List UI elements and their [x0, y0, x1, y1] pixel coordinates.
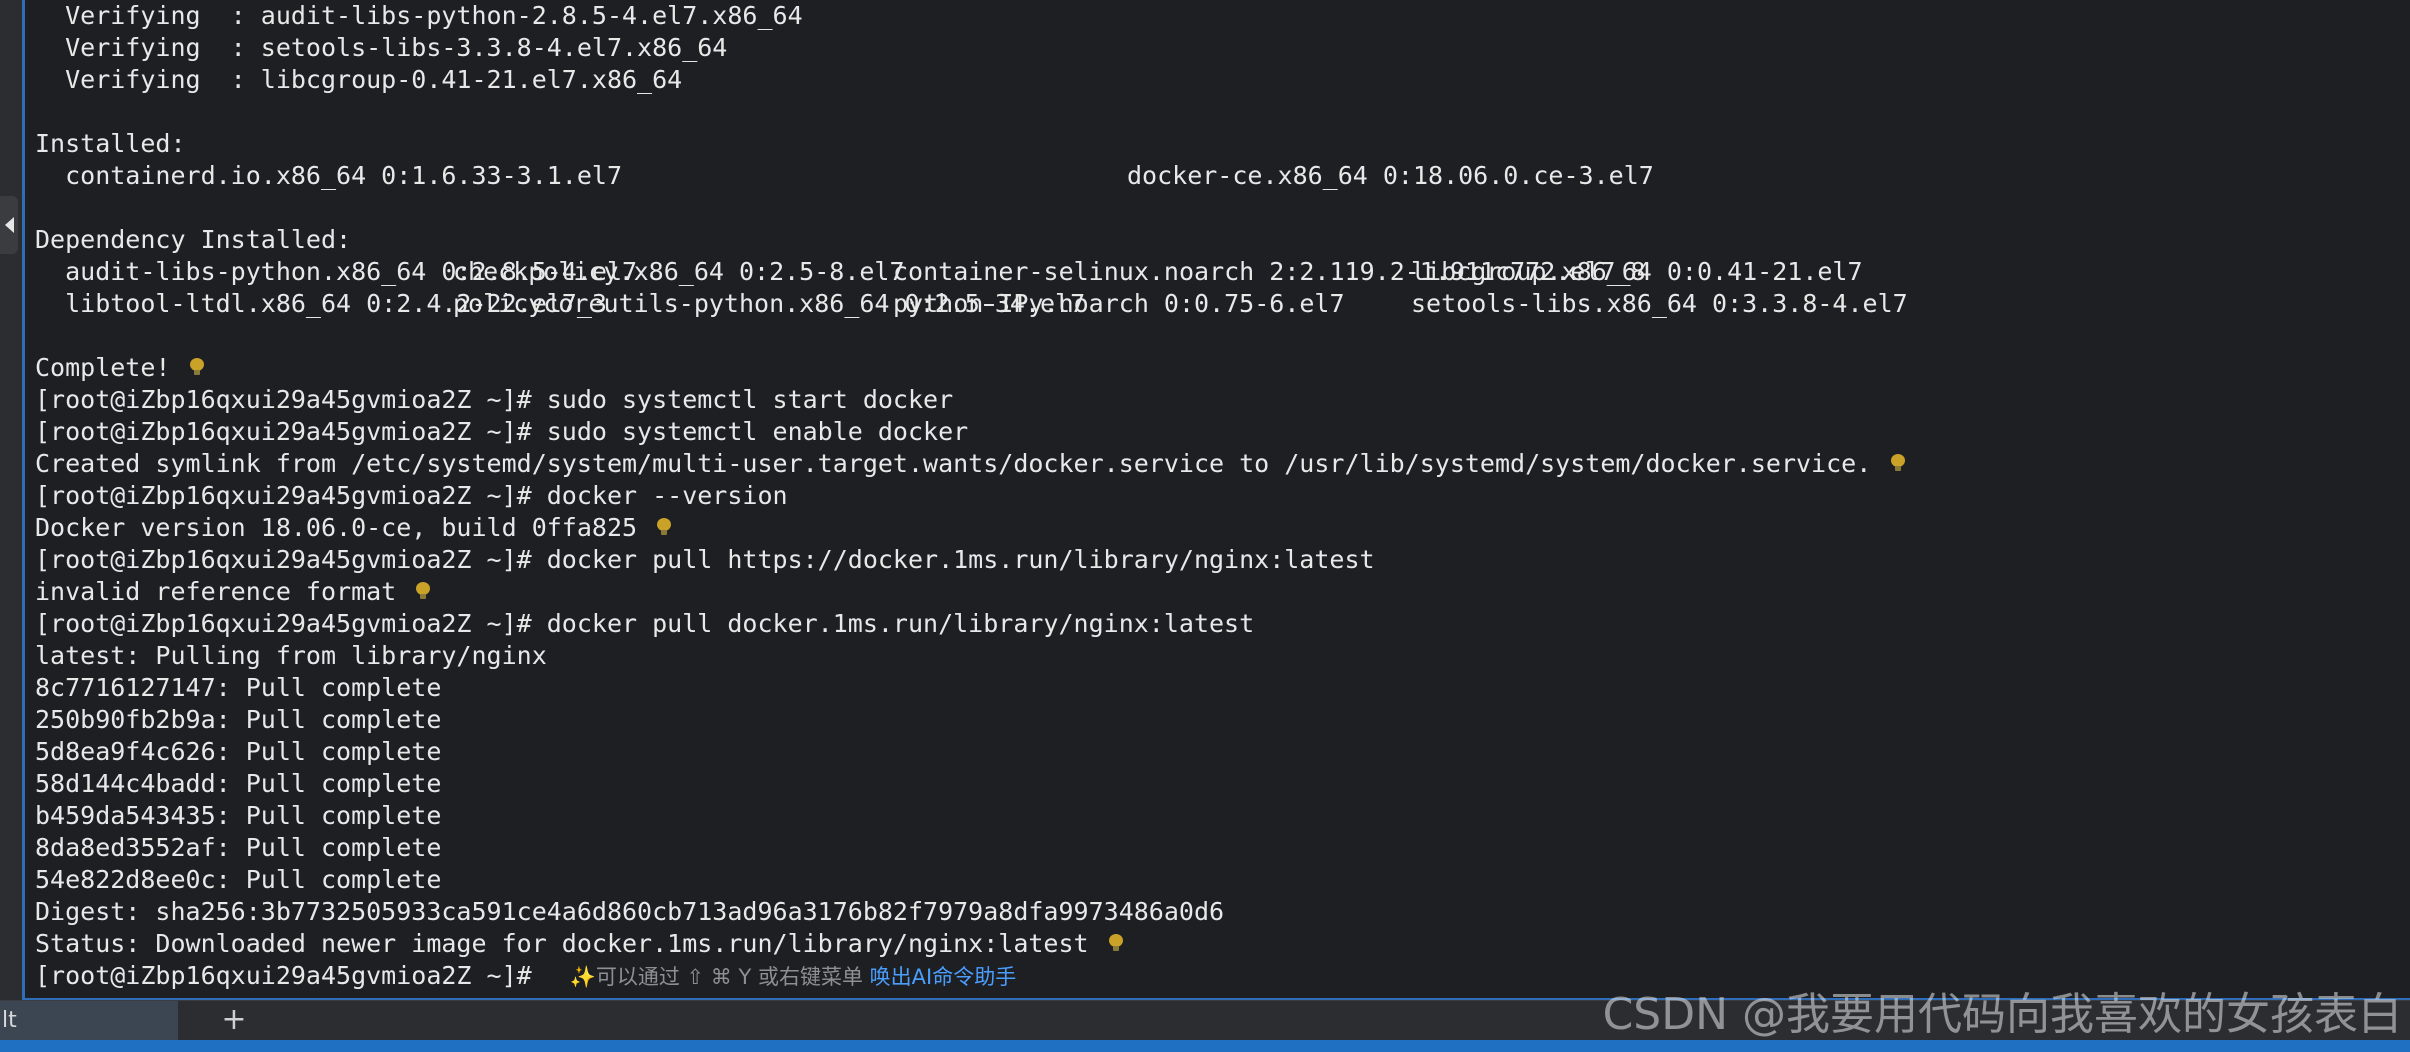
terminal-line-column: setools-libs.x86_64 0:3.3.8-4.el7 [1411, 289, 1908, 318]
terminal-line: audit-libs-python.x86_64 0:2.8.5-4.el7 ch… [35, 256, 2410, 288]
terminal-line: 58d144c4badd: Pull complete [35, 768, 2410, 800]
terminal-line-text: [root@iZbp16qxui29a45gvmioa2Z ~]# sudo s… [35, 385, 954, 414]
terminal-line: containerd.io.x86_64 0:1.6.33-3.1.el7 doc… [35, 160, 2410, 192]
session-tab-active[interactable]: lt [0, 1001, 178, 1041]
terminal-line-text: Digest: sha256:3b7732505933ca591ce4a6d86… [35, 897, 1225, 926]
terminal-line: Digest: sha256:3b7732505933ca591ce4a6d86… [35, 896, 2410, 928]
terminal-line: 8c7716127147: Pull complete [35, 672, 2410, 704]
terminal-line-text: 54e822d8ee0c: Pull complete [35, 865, 442, 894]
terminal-line-text: invalid reference format [35, 577, 397, 606]
lightbulb-icon[interactable] [1108, 934, 1123, 952]
terminal-line-text: latest: Pulling from library/nginx [35, 641, 547, 670]
terminal-line-text: Status: Downloaded newer image for docke… [35, 929, 1089, 958]
terminal-line-text: Docker version 18.06.0-ce, build 0ffa825 [35, 513, 638, 542]
terminal-line-column: checkpolicy.x86_64 0:2.5-8.el7 [453, 257, 905, 286]
terminal-line: 54e822d8ee0c: Pull complete [35, 864, 2410, 896]
sidebar-collapse-handle[interactable] [0, 196, 18, 254]
terminal-line: Verifying : audit-libs-python-2.8.5-4.el… [35, 0, 2410, 32]
terminal-line: [root@iZbp16qxui29a45gvmioa2Z ~]# docker… [35, 480, 2410, 512]
terminal-line: latest: Pulling from library/nginx [35, 640, 2410, 672]
lightbulb-icon[interactable] [657, 518, 672, 536]
terminal-line-text: 8da8ed3552af: Pull complete [35, 833, 442, 862]
terminal-line: Docker version 18.06.0-ce, build 0ffa825 [35, 512, 2410, 544]
chevron-left-icon [4, 217, 14, 233]
terminal-line: [root@iZbp16qxui29a45gvmioa2Z ~]# sudo s… [35, 384, 2410, 416]
terminal-line: 5d8ea9f4c626: Pull complete [35, 736, 2410, 768]
terminal-line-text: 250b90fb2b9a: Pull complete [35, 705, 442, 734]
terminal-line-text: b459da543435: Pull complete [35, 801, 442, 830]
terminal-line: Complete! [35, 352, 2410, 384]
terminal-line: Verifying : libcgroup-0.41-21.el7.x86_64 [35, 64, 2410, 96]
terminal-panel[interactable]: Verifying : audit-libs-python-2.8.5-4.el… [22, 0, 2410, 1000]
terminal-app-window: Verifying : audit-libs-python-2.8.5-4.el… [0, 0, 2410, 1052]
terminal-line-column: python-IPy.noarch 0:0.75-6.el7 [893, 289, 1345, 318]
terminal-line-column: containerd.io.x86_64 0:1.6.33-3.1.el7 [35, 161, 622, 190]
terminal-line-text: 58d144c4badd: Pull complete [35, 769, 442, 798]
sparkle-icon: ✨ [569, 965, 596, 989]
terminal-line-column: libcgroup.x86_64 0:0.41-21.el7 [1411, 257, 1863, 286]
terminal-line: Created symlink from /etc/systemd/system… [35, 448, 2410, 480]
terminal-line: b459da543435: Pull complete [35, 800, 2410, 832]
terminal-line: libtool-ltdl.x86_64 0:2.4.2-22.el7_3 poli… [35, 288, 2410, 320]
status-bar [0, 1040, 2410, 1052]
ai-assistant-link[interactable]: 唤出AI命令助手 [870, 965, 1017, 989]
lightbulb-icon[interactable] [416, 582, 431, 600]
terminal-line-text: [root@iZbp16qxui29a45gvmioa2Z ~]# sudo s… [35, 417, 969, 446]
ai-hint-text: 可以通过 ⇧ ⌘ Y 或右键菜单 [595, 965, 870, 989]
terminal-line-text: [root@iZbp16qxui29a45gvmioa2Z ~]# docker… [35, 609, 1255, 638]
session-tab-label: lt [2, 1008, 17, 1033]
csdn-watermark: CSDN @我要用代码向我喜欢的女孩表白 [1602, 989, 2402, 1040]
terminal-line: Installed: [35, 128, 2410, 160]
terminal-line-text: Verifying : libcgroup-0.41-21.el7.x86_64 [35, 65, 683, 94]
terminal-line-text: Verifying : setools-libs-3.3.8-4.el7.x86… [35, 33, 728, 62]
terminal-line-column: docker-ce.x86_64 0:18.06.0.ce-3.el7 [1127, 161, 1654, 190]
lightbulb-icon[interactable] [190, 358, 205, 376]
lightbulb-icon[interactable] [1891, 454, 1906, 472]
terminal-line-text: Dependency Installed: [35, 225, 352, 254]
terminal-line: [root@iZbp16qxui29a45gvmioa2Z ~]# docker… [35, 544, 2410, 576]
terminal-line: [root@iZbp16qxui29a45gvmioa2Z ~]# sudo s… [35, 416, 2410, 448]
shell-prompt: [root@iZbp16qxui29a45gvmioa2Z ~]# [35, 961, 532, 990]
terminal-line-text: 5d8ea9f4c626: Pull complete [35, 737, 442, 766]
add-tab-button[interactable]: + [218, 1001, 250, 1041]
terminal-line: 250b90fb2b9a: Pull complete [35, 704, 2410, 736]
terminal-line: [root@iZbp16qxui29a45gvmioa2Z ~]# docker… [35, 608, 2410, 640]
terminal-output: Verifying : audit-libs-python-2.8.5-4.el… [35, 0, 2410, 992]
terminal-line: 8da8ed3552af: Pull complete [35, 832, 2410, 864]
terminal-line-text: Created symlink from /etc/systemd/system… [35, 449, 1872, 478]
terminal-line-text: Installed: [35, 129, 186, 158]
terminal-line-text: [root@iZbp16qxui29a45gvmioa2Z ~]# docker… [35, 481, 788, 510]
terminal-line-text: 8c7716127147: Pull complete [35, 673, 442, 702]
terminal-line-text: Complete! [35, 353, 171, 382]
terminal-line-text: [root@iZbp16qxui29a45gvmioa2Z ~]# docker… [35, 545, 1375, 574]
left-sidebar-gutter [0, 0, 22, 1000]
terminal-line: invalid reference format [35, 576, 2410, 608]
terminal-line: Dependency Installed: [35, 224, 2410, 256]
terminal-line-text: Verifying : audit-libs-python-2.8.5-4.el… [35, 1, 803, 30]
terminal-line: Verifying : setools-libs-3.3.8-4.el7.x86… [35, 32, 2410, 64]
terminal-line: Status: Downloaded newer image for docke… [35, 928, 2410, 960]
